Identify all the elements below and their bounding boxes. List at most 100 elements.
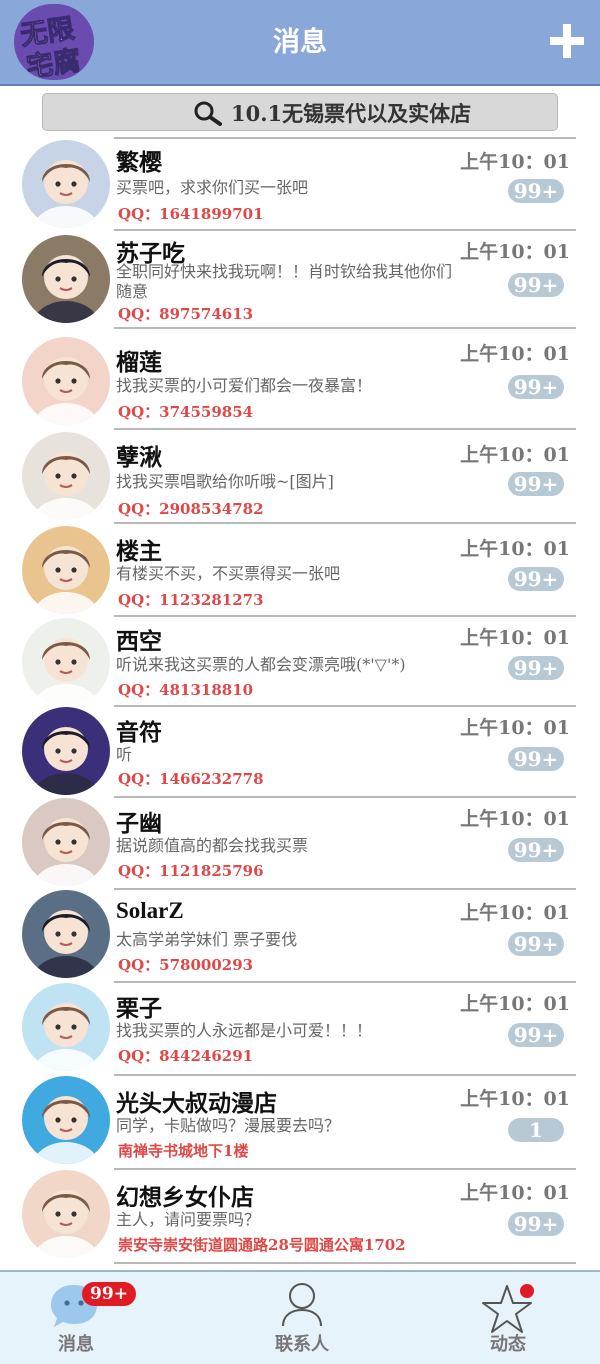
message-time: 上午10：01 xyxy=(460,151,570,173)
chat-row[interactable]: 榴莲 上午10：01 找我买票的小可爱们都会一夜暴富！ QQ：374559854… xyxy=(0,327,600,428)
avatar xyxy=(22,618,110,706)
row-divider xyxy=(114,522,576,524)
add-button[interactable] xyxy=(550,24,584,58)
unread-badge: 99+ xyxy=(508,747,564,771)
contact-info: QQ：1121825796 xyxy=(118,862,264,880)
avatar-image xyxy=(22,235,110,323)
chat-row[interactable]: 幻想乡女仆店 上午10：01 主人，请问要票吗？ 崇安寺崇安街道圆通路28号圆通… xyxy=(0,1168,600,1264)
contact-info: QQ：1466232778 xyxy=(118,770,264,788)
tab-messages[interactable]: 99+ 消息 xyxy=(16,1272,136,1364)
message-time: 上午10：01 xyxy=(460,538,570,560)
chat-row[interactable]: 苏子吃 上午10：01 全职同好快来找我玩啊！！肖时钦给我其他你们随意 QQ：8… xyxy=(0,229,600,327)
contact-info: QQ：2908534782 xyxy=(118,500,264,518)
chat-row[interactable]: 子幽 上午10：01 据说颜值高的都会找我买票 QQ：1121825796 99… xyxy=(0,796,600,888)
contact-name: SolarZ xyxy=(116,898,184,923)
message-preview: 主人，请问要票吗？ xyxy=(116,1210,261,1229)
contact-info: QQ：897574613 xyxy=(118,305,254,323)
contact-name: 繁樱 xyxy=(116,149,162,176)
avatar-image xyxy=(22,798,110,886)
moments-new-dot xyxy=(520,1284,534,1298)
avatar xyxy=(22,235,110,323)
avatar xyxy=(22,798,110,886)
unread-badge: 99+ xyxy=(508,932,564,956)
unread-badge: 99+ xyxy=(508,838,564,862)
message-preview: 找我买票唱歌给你听哦~[图片] xyxy=(116,472,334,491)
contact-name: 楼主 xyxy=(116,538,162,565)
message-time: 上午10：01 xyxy=(460,808,570,830)
unread-badge: 99+ xyxy=(508,1023,564,1047)
contact-name: 榴莲 xyxy=(116,349,162,376)
tab-contacts[interactable]: 联系人 xyxy=(242,1272,362,1364)
chat-row[interactable]: 楼主 上午10：01 有楼买不买，不买票得买一张吧 QQ：1123281273 … xyxy=(0,522,600,615)
chat-row[interactable]: SolarZ 上午10：01 太高学弟学妹们 票子要伐 QQ：578000293… xyxy=(0,888,600,981)
chat-row[interactable]: 音符 上午10：01 听 QQ：1466232778 99+ xyxy=(0,705,600,796)
message-preview: 听说来我这买票的人都会变漂亮哦(*'▽'*) xyxy=(116,655,406,674)
tab-messages-label: 消息 xyxy=(58,1334,94,1355)
avatar-image xyxy=(22,432,110,520)
contact-name: 幻想乡女仆店 xyxy=(116,1184,254,1211)
row-divider xyxy=(114,981,576,983)
avatar xyxy=(22,432,110,520)
unread-badge: 99+ xyxy=(508,567,564,591)
chat-row[interactable]: 西空 上午10：01 听说来我这买票的人都会变漂亮哦(*'▽'*) QQ：481… xyxy=(0,615,600,706)
row-divider xyxy=(114,137,576,139)
search-icon xyxy=(194,101,222,126)
message-time: 上午10：01 xyxy=(460,993,570,1015)
contact-name: 光头大叔动漫店 xyxy=(116,1090,277,1117)
contact-info: QQ：481318810 xyxy=(118,681,254,699)
unread-badge: 99+ xyxy=(508,375,564,399)
row-divider xyxy=(114,229,576,231)
avatar-image xyxy=(22,337,110,425)
chat-row[interactable]: 光头大叔动漫店 上午10：01 同学，卡贴做吗？漫展要去吗？ 南禅寺书城地下1楼… xyxy=(0,1074,600,1168)
chat-row[interactable]: 繁樱 上午10：01 买票吧，求求你们买一张吧 QQ：1641899701 99… xyxy=(0,137,600,229)
avatar-image xyxy=(22,1076,110,1164)
row-divider xyxy=(114,615,576,617)
chat-row[interactable]: 栗子 上午10：01 找我买票的人永远都是小可爱！！！ QQ：844246291… xyxy=(0,981,600,1074)
contact-name: 音符 xyxy=(116,719,162,746)
person-icon xyxy=(282,1283,322,1327)
contact-info: QQ：578000293 xyxy=(118,956,254,974)
contact-name: 西空 xyxy=(116,628,162,655)
contact-info: QQ：1641899701 xyxy=(118,205,264,223)
contact-name: 孽湫 xyxy=(116,444,162,471)
message-preview: 全职同好快来找我玩啊！！肖时钦给我其他你们随意 xyxy=(116,262,453,301)
message-preview: 太高学弟学妹们 票子要伐 xyxy=(116,930,298,949)
message-preview: 听 xyxy=(116,745,133,764)
message-preview: 有楼买不买，不买票得买一张吧 xyxy=(116,564,341,583)
tab-contacts-label: 联系人 xyxy=(275,1334,329,1355)
row-divider xyxy=(114,327,576,329)
message-time: 上午10：01 xyxy=(460,343,570,365)
tab-moments[interactable]: 动态 xyxy=(448,1272,568,1364)
avatar-image xyxy=(22,526,110,614)
message-preview: 买票吧，求求你们买一张吧 xyxy=(116,178,309,197)
message-preview: 同学，卡贴做吗？漫展要去吗？ xyxy=(116,1116,341,1135)
avatar-image xyxy=(22,618,110,706)
message-time: 上午10：01 xyxy=(460,902,570,924)
chat-row[interactable]: 孽湫 上午10：01 找我买票唱歌给你听哦~[图片] QQ：2908534782… xyxy=(0,428,600,522)
avatar xyxy=(22,1170,110,1258)
tab-moments-label: 动态 xyxy=(490,1334,526,1355)
row-divider xyxy=(114,1262,576,1264)
contact-info: QQ：1123281273 xyxy=(118,591,264,609)
message-time: 上午10：01 xyxy=(460,444,570,466)
unread-badge: 99+ xyxy=(508,472,564,496)
unread-badge: 1 xyxy=(508,1118,564,1142)
avatar xyxy=(22,140,110,228)
search-bar[interactable]: 10.1无锡票代以及实体店 xyxy=(42,93,558,131)
avatar xyxy=(22,983,110,1071)
row-divider xyxy=(114,888,576,890)
message-time: 上午10：01 xyxy=(460,1088,570,1110)
contact-info: 崇安寺崇安街道圆通路28号圆通公寓1702 xyxy=(118,1236,406,1254)
message-time: 上午10：01 xyxy=(460,627,570,649)
message-preview: 找我买票的人永远都是小可爱！！！ xyxy=(116,1021,373,1040)
avatar-image xyxy=(22,1170,110,1258)
bottom-nav: 99+ 消息 联系人 动态 xyxy=(0,1270,600,1364)
avatar-image xyxy=(22,890,110,978)
row-divider xyxy=(114,428,576,430)
avatar xyxy=(22,337,110,425)
row-divider xyxy=(114,1074,576,1076)
avatar-image xyxy=(22,983,110,1071)
message-preview: 据说颜值高的都会找我买票 xyxy=(116,836,309,855)
contact-info: QQ：844246291 xyxy=(118,1047,254,1065)
avatar xyxy=(22,707,110,795)
